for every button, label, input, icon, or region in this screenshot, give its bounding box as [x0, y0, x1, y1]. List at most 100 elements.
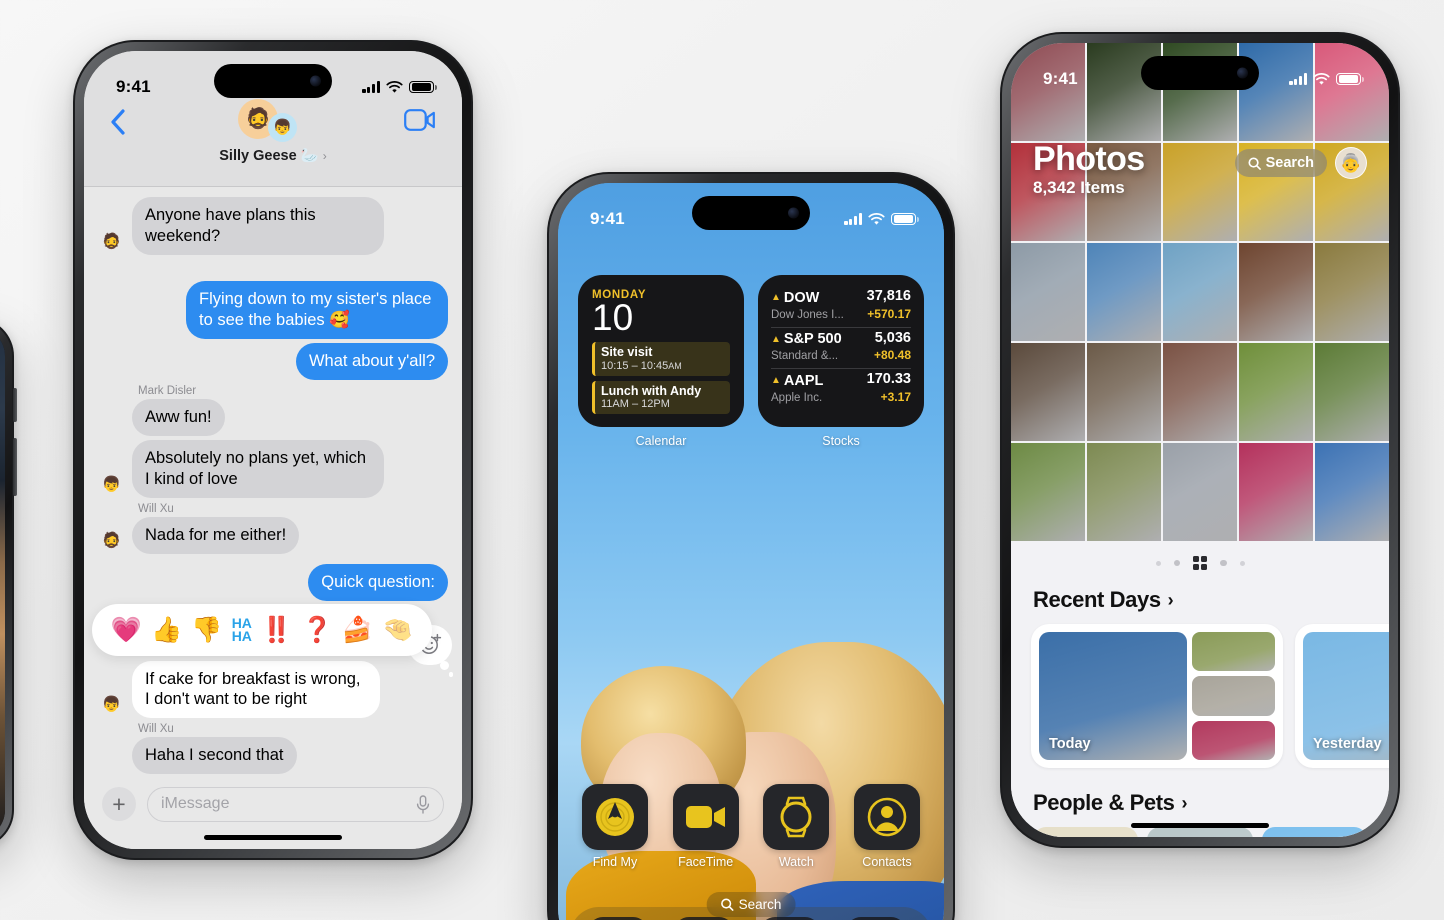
message-row: 👦 If cake for breakfast is wrong, I don'… — [98, 624, 453, 719]
chevron-right-icon: › — [1181, 792, 1188, 813]
stock-name: Dow Jones I... — [771, 308, 844, 321]
photo-thumbnail[interactable] — [1315, 443, 1389, 541]
photo-thumbnail[interactable] — [1315, 243, 1389, 341]
widget-calendar[interactable]: MONDAY 10 Site visit 10:15 – 10:45AM Lun… — [578, 275, 744, 448]
group-name[interactable]: Silly Geese 🦢 › — [219, 147, 326, 164]
message-bubble[interactable]: Flying down to my sister's place to see … — [186, 280, 448, 339]
calendar-widget-body[interactable]: MONDAY 10 Site visit 10:15 – 10:45AM Lun… — [578, 275, 744, 427]
photo-thumbnail[interactable] — [1011, 443, 1085, 541]
photo-thumbnail[interactable] — [1239, 443, 1313, 541]
recent-day-thumb[interactable] — [1192, 676, 1275, 716]
chevron-left-icon[interactable] — [110, 109, 126, 135]
tapback-option-thumbs-up[interactable]: 👍 — [151, 617, 182, 643]
app-find-my[interactable]: Find My — [582, 784, 648, 869]
message-bubble[interactable]: Haha I second that — [132, 737, 297, 775]
tapback-option-cake[interactable]: 🍰 — [342, 617, 373, 643]
photo-thumbnail[interactable] — [1011, 243, 1085, 341]
app-label: Find My — [592, 855, 638, 869]
calendar-event[interactable]: Lunch with Andy 11AM – 12PM — [592, 380, 730, 415]
page-dot[interactable] — [1173, 559, 1180, 567]
recent-day-main-photo[interactable]: Today — [1039, 632, 1188, 760]
recent-day-side-photos[interactable] — [1192, 632, 1275, 760]
user-memoji-avatar[interactable]: 👵 — [1335, 147, 1367, 179]
tapback-picker[interactable]: 💗 👍 👎 HA HA ‼️ ❓ 🍰 🤏 — [92, 604, 432, 656]
photo-thumbnail[interactable] — [1239, 343, 1313, 441]
home-indicator[interactable] — [1131, 823, 1269, 828]
plus-icon[interactable]: + — [102, 787, 136, 821]
section-header-recent-days[interactable]: Recent Days › — [1011, 587, 1389, 613]
stock-row[interactable]: ▲ AAPL 170.33 Apple Inc. +3.17 — [771, 369, 911, 410]
home-indicator[interactable] — [204, 835, 342, 840]
avatar: 🧔 — [102, 531, 121, 549]
photo-thumbnail[interactable] — [1087, 243, 1161, 341]
tapback-option-exclamation[interactable]: ‼️ — [261, 617, 292, 643]
tapback-option-thumbs-down[interactable]: 👎 — [191, 617, 222, 643]
watch-icon[interactable] — [763, 784, 830, 850]
message-sender: Will Xu — [138, 723, 174, 736]
widget-row: MONDAY 10 Site visit 10:15 – 10:45AM Lun… — [558, 275, 944, 448]
search-button[interactable]: Search — [1234, 149, 1327, 177]
recent-day-card-yesterday[interactable]: Yesterday — [1295, 624, 1389, 768]
contacts-icon[interactable] — [853, 784, 920, 850]
app-contacts[interactable]: Contacts — [853, 784, 920, 869]
app-watch[interactable]: Watch — [763, 784, 830, 869]
page-dot[interactable] — [1220, 559, 1227, 567]
side-button-volume-down[interactable] — [13, 438, 17, 496]
recent-day-thumb[interactable] — [1192, 720, 1275, 760]
people-pets-tile[interactable] — [1033, 827, 1139, 837]
photo-thumbnail[interactable] — [1163, 443, 1237, 541]
photo-thumbnail[interactable] — [1011, 343, 1085, 441]
people-pets-tile[interactable] — [1147, 827, 1253, 837]
section-header-people-pets[interactable]: People & Pets › — [1011, 790, 1389, 816]
page-indicator[interactable] — [1011, 555, 1389, 571]
page-dot[interactable] — [1155, 560, 1161, 566]
tapback-option-heart[interactable]: 💗 — [111, 617, 142, 643]
home-search-button[interactable]: Search — [706, 892, 796, 917]
page-title: Photos — [1033, 140, 1145, 178]
app-facetime[interactable]: FaceTime — [672, 784, 739, 869]
photo-grid[interactable] — [1011, 43, 1389, 541]
photo-thumbnail[interactable] — [1239, 243, 1313, 341]
photo-thumbnail[interactable] — [1087, 443, 1161, 541]
microphone-icon[interactable] — [416, 794, 430, 814]
facetime-video-icon[interactable] — [404, 109, 436, 131]
message-bubble[interactable]: If cake for breakfast is wrong, I don't … — [132, 660, 380, 719]
widget-stocks[interactable]: ▲ DOW 37,816 Dow Jones I... +570.17 ▲ S&P … — [758, 275, 924, 448]
tapback-option-more[interactable]: 🤏 — [382, 617, 413, 643]
search-icon — [721, 898, 734, 911]
people-pets-strip[interactable] — [1011, 827, 1389, 837]
message-sender: Will Xu — [138, 502, 174, 515]
recent-day-main-photo[interactable]: Yesterday — [1303, 632, 1389, 760]
findmy-icon[interactable] — [582, 784, 648, 850]
recent-day-card-today[interactable]: Today — [1031, 624, 1283, 768]
photo-thumbnail[interactable] — [1163, 343, 1237, 441]
photo-thumbnail[interactable] — [1087, 343, 1161, 441]
imessage-placeholder: iMessage — [161, 795, 230, 812]
grid-view-icon[interactable] — [1193, 556, 1207, 570]
facetime-icon[interactable] — [672, 784, 739, 850]
stock-value: 5,036 — [874, 329, 911, 346]
message-bubble[interactable]: Quick question: — [308, 563, 448, 601]
photo-thumbnail[interactable] — [1315, 343, 1389, 441]
message-bubble[interactable]: Aww fun! — [132, 398, 225, 436]
tapback-option-question[interactable]: ❓ — [302, 617, 333, 643]
people-pets-tile[interactable] — [1261, 827, 1367, 837]
side-button-volume-up[interactable] — [13, 388, 17, 422]
stocks-widget-body[interactable]: ▲ DOW 37,816 Dow Jones I... +570.17 ▲ S&P … — [758, 275, 924, 427]
calendar-event[interactable]: Site visit 10:15 – 10:45AM — [592, 342, 730, 376]
message-bubble[interactable]: Nada for me either! — [132, 516, 300, 554]
tapback-option-haha[interactable]: HA HA — [232, 616, 252, 644]
stock-row[interactable]: ▲ S&P 500 5,036 Standard &... +80.48 — [771, 328, 911, 369]
message-bubble[interactable]: Anyone have plans this weekend? — [132, 197, 384, 255]
recent-day-thumb[interactable] — [1192, 632, 1275, 672]
message-bubble[interactable]: What about y'all? — [295, 342, 448, 380]
message-bubble[interactable]: Absolutely no plans yet, which I kind of… — [132, 439, 384, 498]
page-dot[interactable] — [1239, 560, 1245, 566]
section-title: Recent Days — [1033, 587, 1161, 612]
message-thread[interactable]: 🧔 Anyone have plans this weekend? Flying… — [84, 187, 462, 777]
imessage-input[interactable]: iMessage — [147, 786, 444, 822]
photo-thumbnail[interactable] — [1163, 243, 1237, 341]
recent-days-scroller[interactable]: Today Yesterday — [1011, 624, 1389, 768]
stock-row[interactable]: ▲ DOW 37,816 Dow Jones I... +570.17 — [771, 286, 911, 328]
phone-photos: 9:41 Photos 8,342 Items Search 👵 Recent … — [1000, 32, 1400, 848]
